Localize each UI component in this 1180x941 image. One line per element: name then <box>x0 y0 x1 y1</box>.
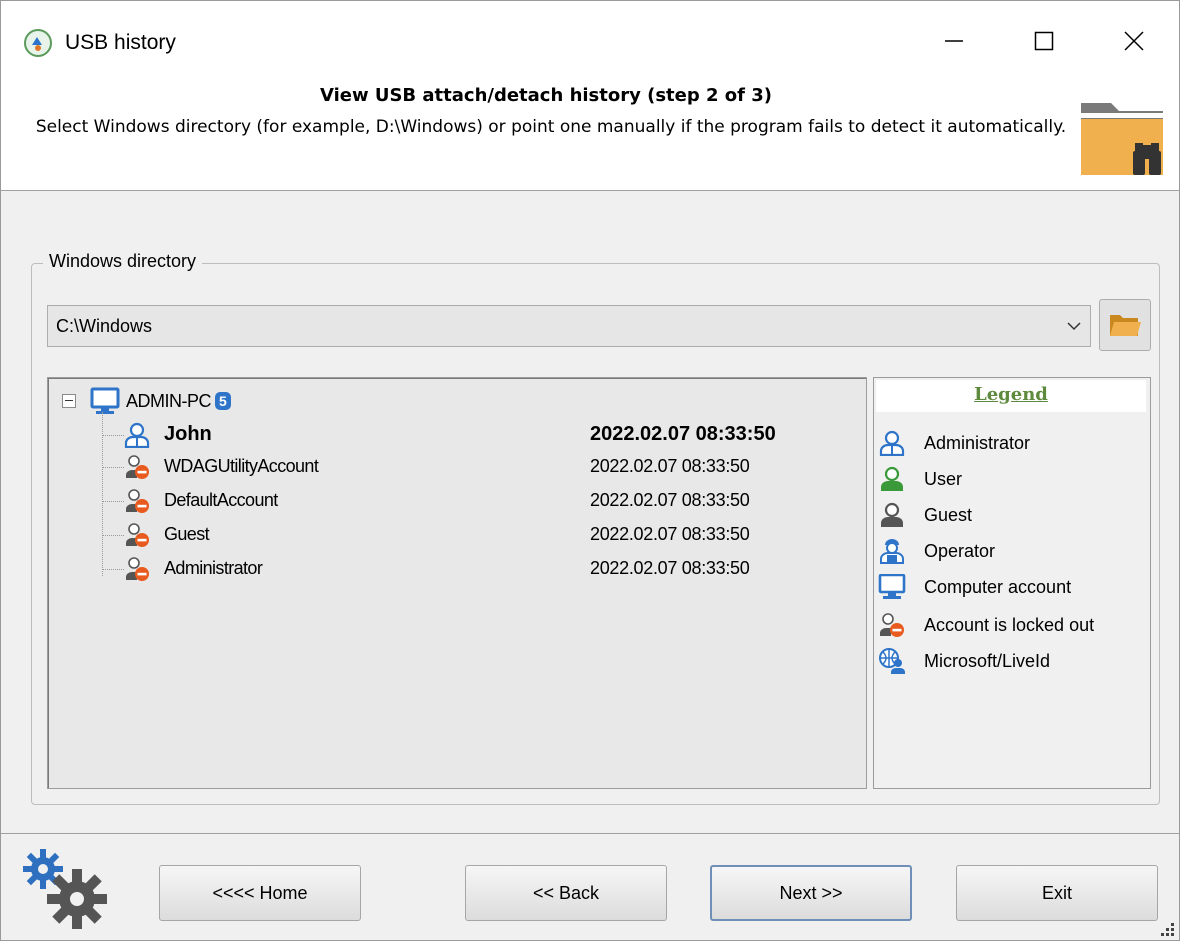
window-title: USB history <box>65 31 176 54</box>
legend-title: Legend <box>876 380 1146 412</box>
step-title: View USB attach/detach history (step 2 o… <box>319 85 773 106</box>
app-icon <box>24 29 52 57</box>
legend-label: Administrator <box>924 433 1031 453</box>
user-name: Guest <box>164 524 210 544</box>
next-button[interactable]: Next >> <box>710 865 912 921</box>
user-name: WDAGUtilityAccount <box>164 456 319 476</box>
administrator-icon <box>124 422 150 448</box>
user-name: Administrator <box>164 558 263 578</box>
usb-history-window: USB history View USB attach/detach histo… <box>0 0 1180 941</box>
maximize-button[interactable] <box>1009 1 1079 81</box>
directory-value: C:\Windows <box>56 316 153 336</box>
locked-out-icon <box>126 489 149 513</box>
locked-out-icon <box>126 523 149 547</box>
computer-name: ADMIN-PC <box>126 390 212 411</box>
tree-row-defaultaccount[interactable]: DefaultAccount 2022.02.07 08:33:50 <box>102 486 862 516</box>
legend-label: Operator <box>924 541 996 561</box>
legend-label: Microsoft/LiveId <box>924 651 1051 671</box>
computer-icon <box>878 574 906 599</box>
user-date: 2022.02.07 08:33:50 <box>590 423 776 445</box>
group-label: Windows directory <box>43 251 203 272</box>
exit-button[interactable]: Exit <box>956 865 1158 921</box>
footer-separator <box>1 833 1179 834</box>
tree-root-admin-pc[interactable]: ADMIN-PC 5 <box>62 387 231 414</box>
legend-item-administrator: Administrator <box>878 428 1148 458</box>
title-bar: USB history <box>1 1 1179 81</box>
locked-out-icon <box>126 455 149 479</box>
user-date: 2022.02.07 08:33:50 <box>590 524 750 544</box>
user-date: 2022.02.07 08:33:50 <box>590 490 750 510</box>
legend-panel: Legend Administrator User Guest Operator… <box>873 377 1151 789</box>
user-date: 2022.02.07 08:33:50 <box>590 558 750 578</box>
legend-item-computer-account: Computer account <box>878 572 1148 602</box>
minimize-button[interactable] <box>919 1 989 81</box>
microsoft-liveid-icon <box>879 648 905 674</box>
resize-grip-icon[interactable] <box>1157 919 1177 939</box>
home-button[interactable]: <<<< Home <box>159 865 361 921</box>
administrator-icon <box>879 430 905 456</box>
collapse-icon[interactable] <box>62 394 76 408</box>
locked-out-icon <box>126 557 149 581</box>
user-tree[interactable]: ADMIN-PC 5 John 2022.02.07 08:33:50 WDAG… <box>47 377 867 789</box>
directory-combobox[interactable]: C:\Windows <box>47 305 1091 347</box>
user-icon <box>881 466 903 491</box>
legend-label: Guest <box>924 505 973 525</box>
step-description: Select Windows directory (for example, D… <box>35 117 1067 137</box>
back-button[interactable]: << Back <box>465 865 667 921</box>
tree-row-wdagutilityaccount[interactable]: WDAGUtilityAccount 2022.02.07 08:33:50 <box>102 452 862 482</box>
guest-icon <box>881 502 903 527</box>
close-button[interactable] <box>1099 1 1169 81</box>
legend-item-user: User <box>878 464 1148 494</box>
user-date: 2022.02.07 08:33:50 <box>590 456 750 476</box>
legend-label: Computer account <box>924 577 1072 597</box>
legend-item-guest: Guest <box>878 500 1148 530</box>
tree-row-administrator[interactable]: Administrator 2022.02.07 08:33:50 <box>102 554 862 584</box>
legend-label: Account is locked out <box>924 615 1095 635</box>
maximize-icon <box>1034 31 1054 51</box>
folder-open-icon <box>1110 315 1141 336</box>
chevron-down-icon[interactable] <box>1064 316 1084 336</box>
operator-icon <box>880 539 904 564</box>
folder-search-icon <box>1081 103 1163 175</box>
gears-icon <box>23 849 107 929</box>
tree-row-john[interactable]: John 2022.02.07 08:33:50 <box>102 420 862 450</box>
legend-item-microsoft-liveid: Microsoft/LiveId <box>878 646 1148 676</box>
user-name: DefaultAccount <box>164 490 278 510</box>
legend-item-locked-out: Account is locked out <box>878 610 1148 640</box>
user-name: John <box>164 423 212 445</box>
close-icon <box>1124 31 1144 51</box>
legend-label: User <box>924 469 963 489</box>
wizard-header: View USB attach/detach history (step 2 o… <box>1 81 1179 191</box>
user-count-badge: 5 <box>215 392 231 410</box>
locked-out-icon <box>880 613 904 637</box>
minimize-icon <box>945 40 963 42</box>
legend-item-operator: Operator <box>878 536 1148 566</box>
computer-icon <box>90 387 120 414</box>
tree-row-guest[interactable]: Guest 2022.02.07 08:33:50 <box>102 520 862 550</box>
browse-folder-button[interactable] <box>1099 299 1151 351</box>
